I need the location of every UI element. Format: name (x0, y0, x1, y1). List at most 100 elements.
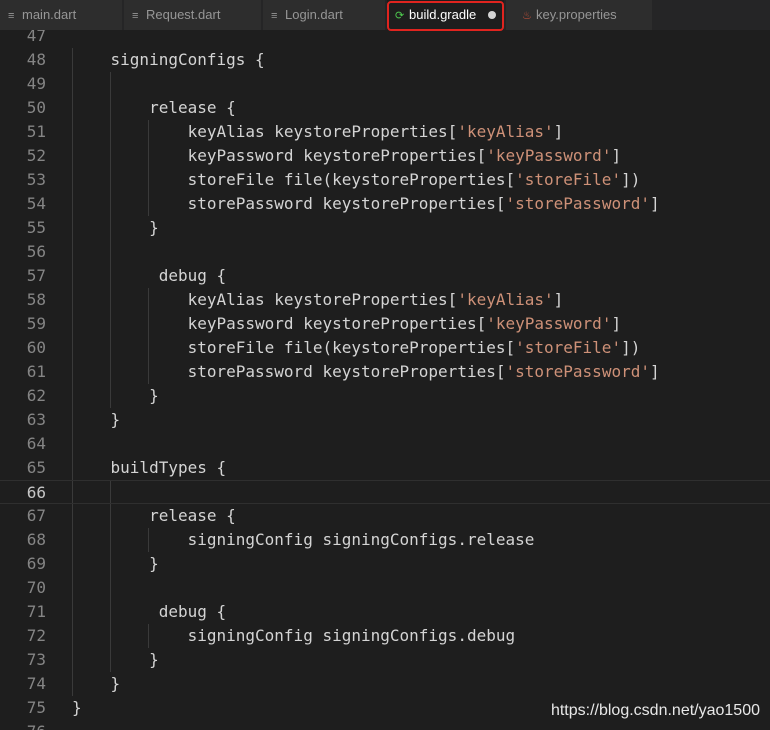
code-editor[interactable]: 47 48 signingConfigs {49 50 release {51 ke… (0, 30, 770, 730)
code-line[interactable]: 48 signingConfigs { (0, 48, 770, 72)
line-number: 60 (26, 338, 46, 357)
line-code: } (72, 408, 121, 432)
code-line[interactable]: 64 (0, 432, 770, 456)
line-number: 61 (26, 362, 46, 381)
line-number: 47 (26, 30, 46, 45)
line-number: 62 (26, 386, 46, 405)
tab-label: Login.dart (285, 7, 343, 22)
code-token: keyPassword keystoreProperties[ (72, 314, 487, 333)
code-token: ] (553, 122, 564, 141)
gradle-icon: ⟳ (395, 10, 405, 22)
code-line[interactable]: 56 (0, 240, 770, 264)
code-line[interactable]: 57 debug { (0, 264, 770, 288)
code-token: debug { (72, 602, 227, 621)
code-token: ] (649, 362, 660, 381)
string-literal: 'storeFile' (515, 170, 622, 189)
code-token: release { (72, 98, 236, 117)
code-line[interactable]: 73 } (0, 648, 770, 672)
code-line[interactable]: 66 (0, 480, 770, 504)
line-number: 49 (26, 74, 46, 93)
code-token: } (72, 674, 121, 693)
code-token: signingConfig signingConfigs.debug (72, 626, 516, 645)
code-token: } (72, 218, 159, 237)
code-line[interactable]: 65 buildTypes { (0, 456, 770, 480)
line-code: keyPassword keystoreProperties['keyPassw… (72, 312, 622, 336)
code-token: keyAlias keystoreProperties[ (72, 122, 458, 141)
line-code: } (72, 648, 159, 672)
code-line[interactable]: 68 signingConfig signingConfigs.release (0, 528, 770, 552)
code-token: ]) (621, 338, 641, 357)
line-number: 68 (26, 530, 46, 549)
code-token: } (72, 554, 159, 573)
tab-label: Request.dart (146, 7, 221, 22)
code-line[interactable]: 53 storeFile file(keystoreProperties['st… (0, 168, 770, 192)
code-line[interactable]: 59 keyPassword keystoreProperties['keyPa… (0, 312, 770, 336)
code-line[interactable]: 60 storeFile file(keystoreProperties['st… (0, 336, 770, 360)
line-number: 66 (26, 483, 46, 502)
line-code: release { (72, 96, 236, 120)
code-token: ]) (621, 170, 641, 189)
code-token: keyAlias keystoreProperties[ (72, 290, 458, 309)
code-token: buildTypes { (72, 458, 227, 477)
line-code: release { (72, 504, 236, 528)
string-literal: 'keyPassword' (486, 314, 612, 333)
tab-label: main.dart (22, 7, 77, 22)
line-number: 56 (26, 242, 46, 261)
line-number: 59 (26, 314, 46, 333)
line-number: 75 (26, 698, 46, 717)
code-token: release { (72, 506, 236, 525)
code-line[interactable]: 47 (0, 30, 770, 48)
code-token: } (72, 650, 159, 669)
code-line[interactable]: 61 storePassword keystoreProperties['sto… (0, 360, 770, 384)
line-code: debug { (72, 264, 226, 288)
code-line[interactable]: 72 signingConfig signingConfigs.debug (0, 624, 770, 648)
line-code: keyAlias keystoreProperties['keyAlias'] (72, 288, 564, 312)
code-line[interactable]: 49 (0, 72, 770, 96)
code-line[interactable]: 63 } (0, 408, 770, 432)
line-code: } (72, 672, 121, 696)
tab-build-gradle[interactable]: ⟳ build.gradle (387, 0, 504, 30)
line-code: } (72, 552, 159, 576)
line-number: 71 (26, 602, 46, 621)
line-number: 58 (26, 290, 46, 309)
file-lines-icon: ≡ (132, 10, 139, 22)
code-line[interactable]: 62 } (0, 384, 770, 408)
code-line[interactable]: 76 (0, 720, 770, 730)
line-number: 54 (26, 194, 46, 213)
tab-request-dart[interactable]: ≡ Request.dart (124, 0, 261, 30)
code-line[interactable]: 50 release { (0, 96, 770, 120)
string-literal: 'keyAlias' (457, 290, 554, 309)
code-token: ] (553, 290, 564, 309)
code-line[interactable]: 74 } (0, 672, 770, 696)
tab-label: key.properties (536, 7, 617, 22)
code-line[interactable]: 70 (0, 576, 770, 600)
code-token: storePassword keystoreProperties[ (72, 194, 506, 213)
code-line[interactable]: 51 keyAlias keystoreProperties['keyAlias… (0, 120, 770, 144)
code-line[interactable]: 54 storePassword keystoreProperties['sto… (0, 192, 770, 216)
tab-login-dart[interactable]: ≡ Login.dart (263, 0, 385, 30)
line-number: 50 (26, 98, 46, 117)
line-code: signingConfig signingConfigs.release (72, 528, 535, 552)
tab-main-dart[interactable]: ≡ main.dart (0, 0, 122, 30)
code-line[interactable]: 58 keyAlias keystoreProperties['keyAlias… (0, 288, 770, 312)
code-line[interactable]: 71 debug { (0, 600, 770, 624)
code-token: } (72, 386, 159, 405)
line-number: 74 (26, 674, 46, 693)
java-icon: ♨ (522, 10, 532, 22)
line-number: 57 (26, 266, 46, 285)
tab-bar: ≡ main.dart ≡ Request.dart ≡ Login.dart ⟳ bu… (0, 0, 770, 31)
tab-key-properties[interactable]: ♨ key.properties (506, 0, 652, 30)
unsaved-dot-icon[interactable] (488, 11, 496, 19)
code-line[interactable]: 52 keyPassword keystoreProperties['keyPa… (0, 144, 770, 168)
line-number: 63 (26, 410, 46, 429)
code-line[interactable]: 55 } (0, 216, 770, 240)
code-line[interactable]: 67 release { (0, 504, 770, 528)
line-code: signingConfig signingConfigs.debug (72, 624, 516, 648)
code-line[interactable]: 69 } (0, 552, 770, 576)
file-lines-icon: ≡ (8, 10, 15, 22)
line-number: 55 (26, 218, 46, 237)
line-number: 70 (26, 578, 46, 597)
watermark: https://blog.csdn.net/yao1500 (550, 702, 760, 719)
line-number: 48 (26, 50, 46, 69)
code-token: storeFile file(keystoreProperties[ (72, 338, 516, 357)
